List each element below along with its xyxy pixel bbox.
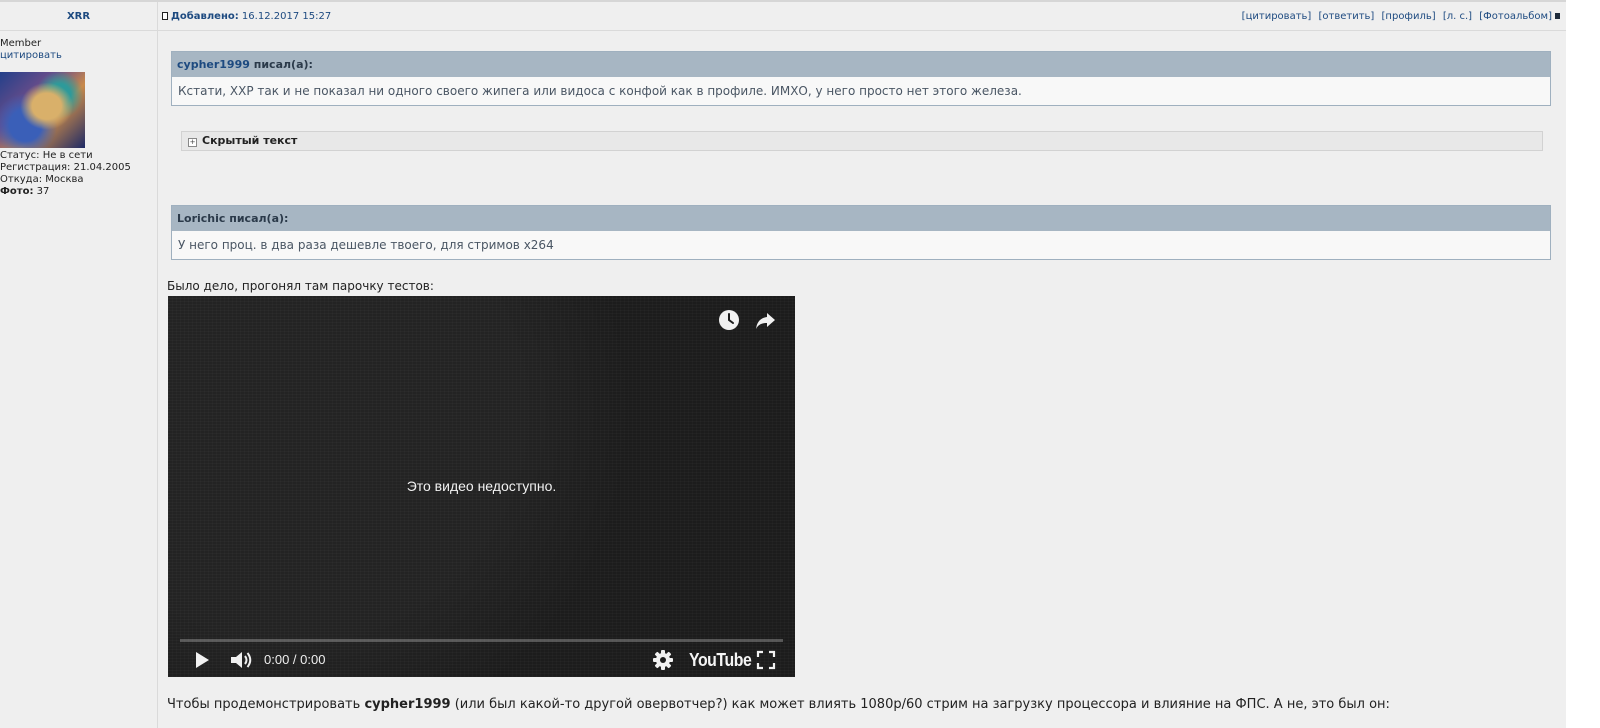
user-photos: Фото: 37 [0,186,49,198]
user-location: Откуда: Москва [0,174,84,185]
added-label: Добавлено: [171,11,239,22]
avatar[interactable] [0,72,85,148]
quote-suffix: писал(а): [253,58,313,71]
post-intro-text: Было дело, прогонял там парочку тестов: [167,279,434,293]
right-margin [1566,0,1600,728]
quote-block: cypher1999 писал(а): Кстати, XXP так и н… [171,51,1551,106]
quote-header: Lorichic писал(а): [172,206,1550,231]
quote-block: Lorichic писал(а): У него проц. в два ра… [171,205,1551,260]
closing-text-start: Чтобы продемонстрировать [167,697,365,712]
closing-text-end: (или был какой-то другой овервотчер?) ка… [450,697,1390,712]
quote-action-link[interactable]: [цитировать] [1242,11,1312,22]
post-closing-text: Чтобы продемонстрировать cypher1999 (или… [167,697,1390,712]
post-author-name[interactable]: XRR [0,2,158,31]
watch-later-icon[interactable] [717,308,741,332]
youtube-logo[interactable]: YouTube [689,649,752,671]
private-message-action-link[interactable]: [л. с.] [1443,11,1472,22]
quote-text: Кстати, XXP так и не показал ни одного с… [178,84,1022,98]
user-registration: Регистрация: 21.04.2005 [0,162,131,173]
user-status: Статус: Не в сети [0,150,93,161]
scroll-top-icon[interactable] [1555,13,1560,19]
user-info-column: Member цитировать Статус: Не в сети Реги… [0,31,158,728]
post-page-icon[interactable] [162,12,168,20]
settings-icon[interactable] [652,649,674,671]
volume-icon[interactable] [228,649,254,671]
user-rank: Member [0,38,42,49]
video-progress-bar[interactable] [180,639,783,642]
play-icon[interactable] [190,649,212,671]
video-time: 0:00 / 0:00 [264,652,326,667]
mentioned-user: cypher1999 [364,697,451,712]
quote-author: Lorichic [177,212,226,225]
spoiler-label: Скрытый текст [202,134,298,147]
post-actions: [цитировать] [ответить] [профиль] [л. с.… [1238,2,1560,31]
profile-action-link[interactable]: [профиль] [1382,11,1436,22]
forum-page: XRR Добавлено: 16.12.2017 15:27 [цитиров… [0,0,1566,728]
user-photo-count: 37 [36,186,50,197]
quote-header: cypher1999 писал(а): [172,52,1550,77]
share-icon[interactable] [753,308,777,332]
user-quote-link[interactable]: цитировать [0,50,62,62]
user-photo-label: Фото: [0,186,34,197]
quote-text: У него проц. в два раза дешевле твоего, … [178,238,554,252]
added-datetime: 16.12.2017 15:27 [241,11,332,22]
photo-album-action-link[interactable]: [Фотоальбом] [1479,11,1552,22]
post-header: XRR Добавлено: 16.12.2017 15:27 [цитиров… [0,0,1566,31]
expand-plus-icon[interactable]: + [188,138,197,147]
post-date: Добавлено: 16.12.2017 15:27 [162,2,331,31]
quote-suffix: писал(а): [229,212,289,225]
spoiler-toggle[interactable]: + Скрытый текст [181,131,1543,151]
reply-action-link[interactable]: [ответить] [1319,11,1375,22]
youtube-embed[interactable]: Это видео недоступно. 0:00 / 0:00 YouTub… [168,296,795,677]
fullscreen-icon[interactable] [755,649,777,671]
quote-author-link[interactable]: cypher1999 [177,58,250,71]
video-unavailable-message: Это видео недоступно. [406,478,557,494]
